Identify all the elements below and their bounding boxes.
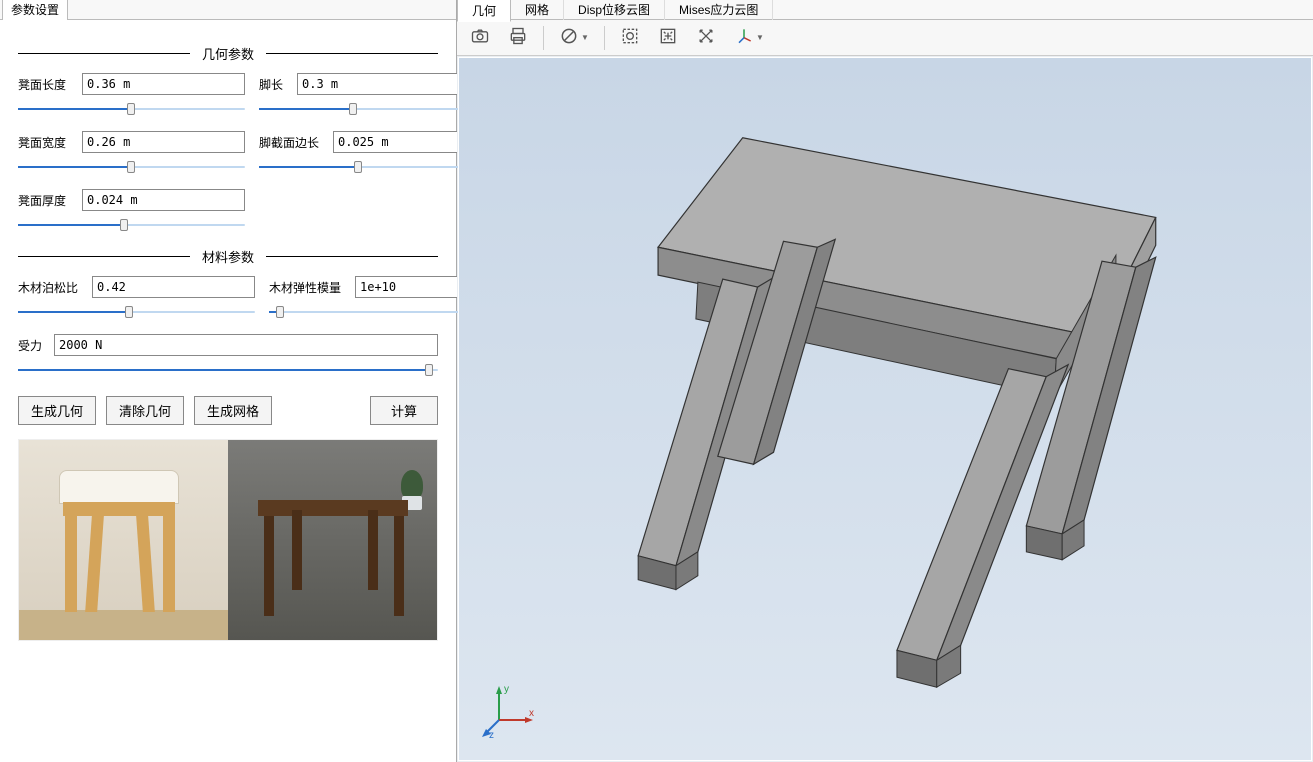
compute-button[interactable]: 计算 bbox=[370, 396, 438, 425]
circle-slash-icon bbox=[559, 26, 579, 49]
label-leg-length: 脚长 bbox=[259, 76, 291, 93]
print-button[interactable] bbox=[501, 23, 535, 53]
model-stool bbox=[459, 58, 1311, 760]
clear-geometry-button[interactable]: 清除几何 bbox=[106, 396, 184, 425]
fit-view-icon bbox=[658, 26, 678, 49]
viewport-toolbar: ▼ ▼ bbox=[457, 20, 1313, 56]
input-poisson[interactable] bbox=[92, 276, 255, 298]
svg-text:z: z bbox=[489, 730, 494, 740]
reference-image-stool-1 bbox=[19, 440, 228, 640]
viewport-3d[interactable]: y x z bbox=[458, 57, 1312, 761]
label-poisson: 木材泊松比 bbox=[18, 279, 86, 296]
label-seat-length: 凳面长度 bbox=[18, 76, 76, 93]
input-seat-width[interactable] bbox=[82, 131, 245, 153]
fit-view-button[interactable] bbox=[651, 23, 685, 53]
axis-icon bbox=[734, 26, 754, 49]
crossed-arrows-icon bbox=[696, 26, 716, 49]
label-seat-thickness: 凳面厚度 bbox=[18, 192, 76, 209]
section-title-geometry: 几何参数 bbox=[18, 44, 438, 63]
slider-seat-width[interactable] bbox=[18, 159, 245, 175]
tab-parameter-settings[interactable]: 参数设置 bbox=[2, 0, 68, 20]
slider-leg-length[interactable] bbox=[259, 101, 460, 117]
settings-body: 几何参数 凳面长度 脚长 bbox=[0, 20, 456, 651]
generate-mesh-button[interactable]: 生成网格 bbox=[194, 396, 272, 425]
slider-seat-length[interactable] bbox=[18, 101, 245, 117]
zoom-region-button[interactable] bbox=[613, 23, 647, 53]
svg-text:y: y bbox=[504, 684, 509, 695]
label-youngs: 木材弹性模量 bbox=[269, 279, 349, 296]
chevron-down-icon: ▼ bbox=[581, 33, 589, 42]
generate-geometry-button[interactable]: 生成几何 bbox=[18, 396, 96, 425]
section-label-material: 材料参数 bbox=[190, 247, 266, 266]
settings-tab-row: 参数设置 bbox=[0, 0, 456, 20]
input-seat-thickness[interactable] bbox=[82, 189, 245, 211]
label-seat-width: 凳面宽度 bbox=[18, 134, 76, 151]
reference-image-stool-2 bbox=[228, 440, 437, 640]
label-leg-section: 脚截面边长 bbox=[259, 134, 327, 151]
zoom-region-icon bbox=[620, 26, 640, 49]
viewport-panel: 几何 网格 Disp位移云图 Mises应力云图 ▼ bbox=[457, 0, 1313, 762]
render-mode-button[interactable]: ▼ bbox=[552, 23, 596, 53]
screenshot-button[interactable] bbox=[463, 23, 497, 53]
input-seat-length[interactable] bbox=[82, 73, 245, 95]
reference-images bbox=[18, 439, 438, 641]
tab-mesh[interactable]: 网格 bbox=[511, 0, 564, 20]
section-label-geometry: 几何参数 bbox=[190, 44, 266, 63]
tab-geometry[interactable]: 几何 bbox=[457, 0, 511, 22]
pan-button[interactable] bbox=[689, 23, 723, 53]
tab-mises[interactable]: Mises应力云图 bbox=[665, 0, 773, 20]
print-icon bbox=[508, 26, 528, 49]
input-force[interactable] bbox=[54, 334, 438, 356]
section-title-material: 材料参数 bbox=[18, 247, 438, 266]
svg-text:x: x bbox=[529, 708, 534, 719]
axis-view-button[interactable]: ▼ bbox=[727, 23, 771, 53]
view-tabs: 几何 网格 Disp位移云图 Mises应力云图 bbox=[457, 0, 1313, 20]
camera-icon bbox=[470, 26, 490, 49]
slider-force[interactable] bbox=[18, 362, 438, 378]
input-leg-length[interactable] bbox=[297, 73, 460, 95]
settings-panel: 参数设置 几何参数 凳面长度 脚长 bbox=[0, 0, 457, 762]
chevron-down-icon: ▼ bbox=[756, 33, 764, 42]
tab-displacement[interactable]: Disp位移云图 bbox=[564, 0, 665, 20]
label-force: 受力 bbox=[18, 337, 48, 354]
slider-seat-thickness[interactable] bbox=[18, 217, 245, 233]
slider-poisson[interactable] bbox=[18, 304, 255, 320]
axis-triad: y x z bbox=[479, 680, 539, 740]
